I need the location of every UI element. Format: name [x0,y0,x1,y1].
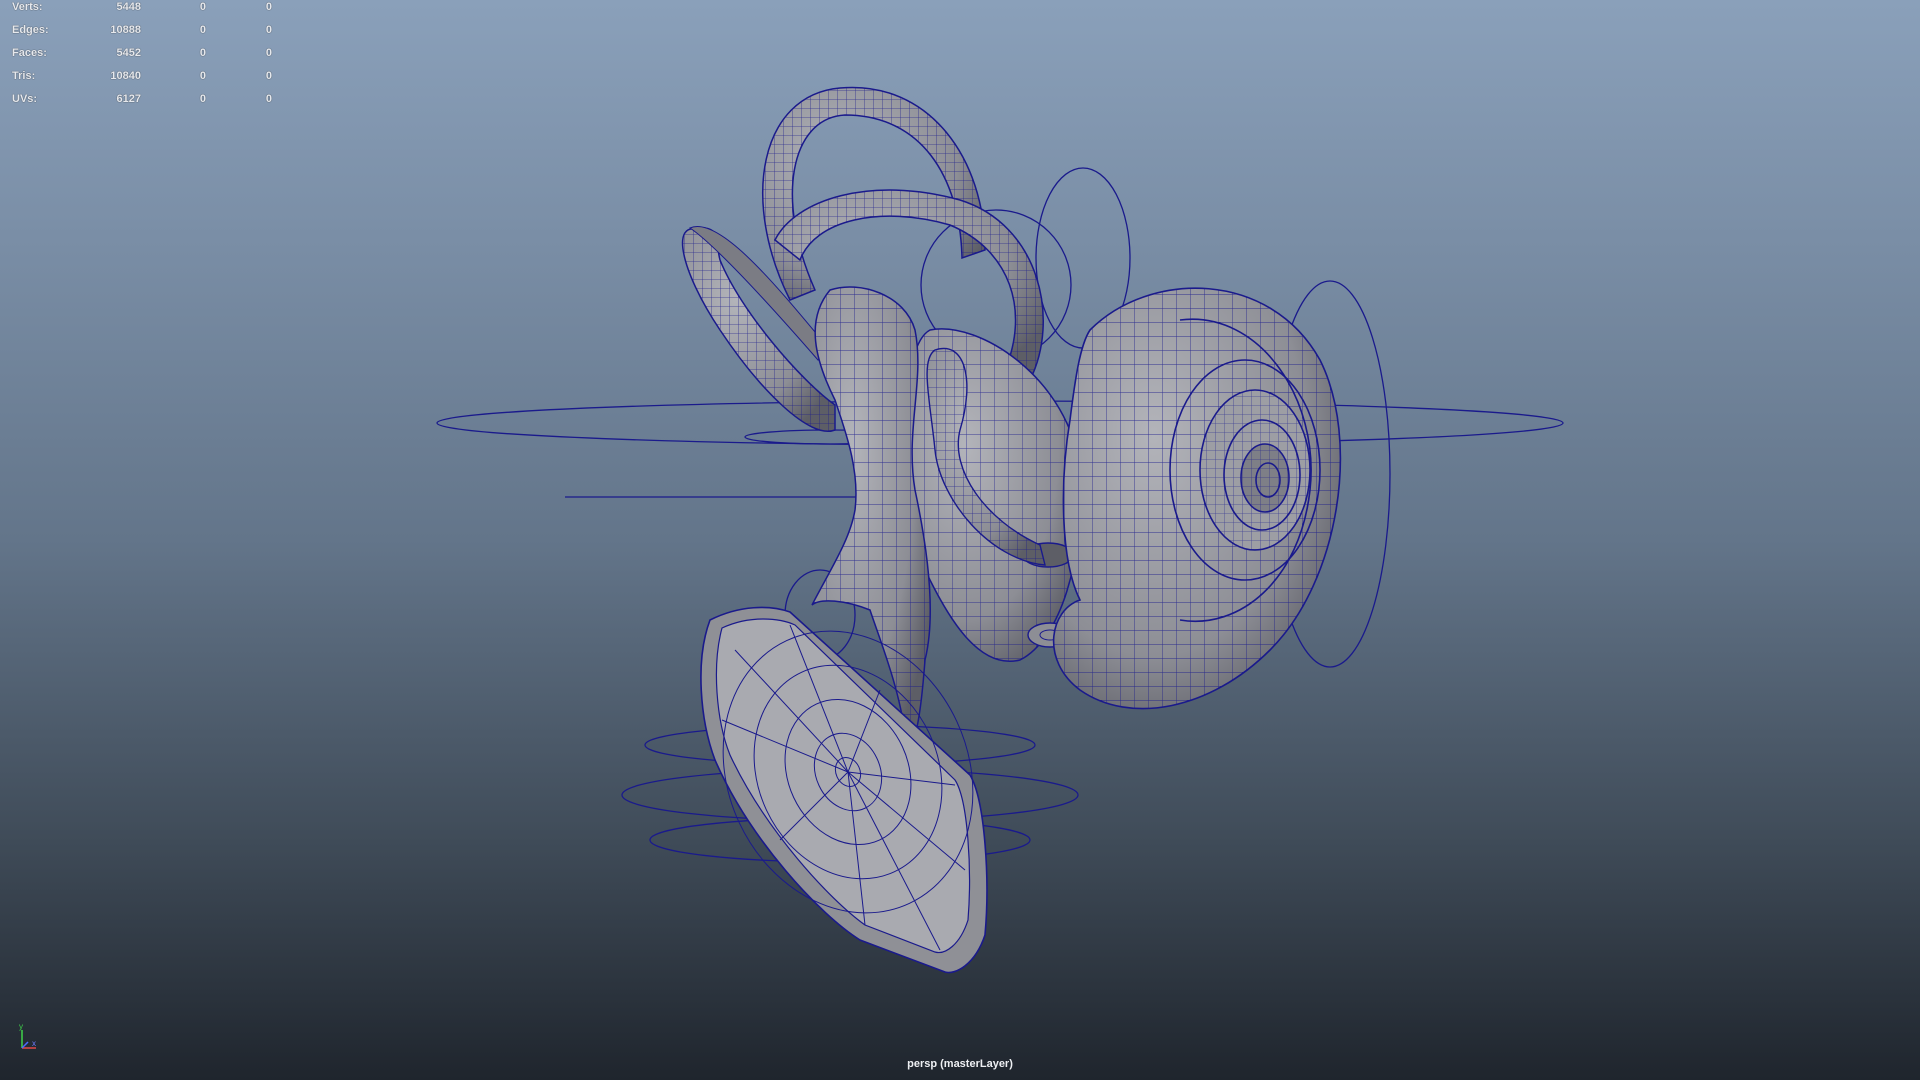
hud-row-faces: Faces: 5452 0 0 [12,47,272,70]
hud-value: 5448 [116,1,141,13]
hud-row-uvs: UVs: 6127 0 0 [12,93,272,116]
hud-value: 0 [199,47,206,59]
hud-value: 0 [199,1,206,13]
hud-label: UVs: [12,93,38,105]
hud-label: Faces: [12,47,47,59]
hud-value: 0 [199,70,206,82]
hud-value: 0 [265,47,272,59]
hud-value: 0 [265,93,272,105]
hud-row-edges: Edges: 10888 0 0 [12,24,272,47]
camera-label: persp (masterLayer) [907,1058,1013,1070]
scene-canvas[interactable] [0,0,1920,1080]
hud-row-tris: Tris: 10840 0 0 [12,70,272,93]
hud-label: Edges: [12,24,49,36]
hud-value: 0 [265,1,272,13]
hud-value: 0 [265,70,272,82]
3d-viewport[interactable]: Verts: 5448 0 0 Edges: 10888 0 0 Faces: … [0,0,1920,1080]
axis-gizmo-icon: y x [19,1022,36,1049]
hud-value: 0 [265,24,272,36]
hud-label: Verts: [12,1,43,13]
hud-value: 10840 [110,70,141,82]
cochlea [1052,287,1342,710]
poly-count-hud: Verts: 5448 0 0 Edges: 10888 0 0 Faces: … [12,1,272,116]
hud-value: 10888 [110,24,141,36]
hud-value: 5452 [116,47,141,59]
hud-value: 0 [199,24,206,36]
hud-value: 6127 [116,93,141,105]
axis-x-label: x [32,1039,36,1048]
axis-y-label: y [19,1022,23,1031]
hud-row-verts: Verts: 5448 0 0 [12,1,272,24]
tympanic-disc [700,606,988,974]
hud-label: Tris: [12,70,36,82]
hud-value: 0 [199,93,206,105]
